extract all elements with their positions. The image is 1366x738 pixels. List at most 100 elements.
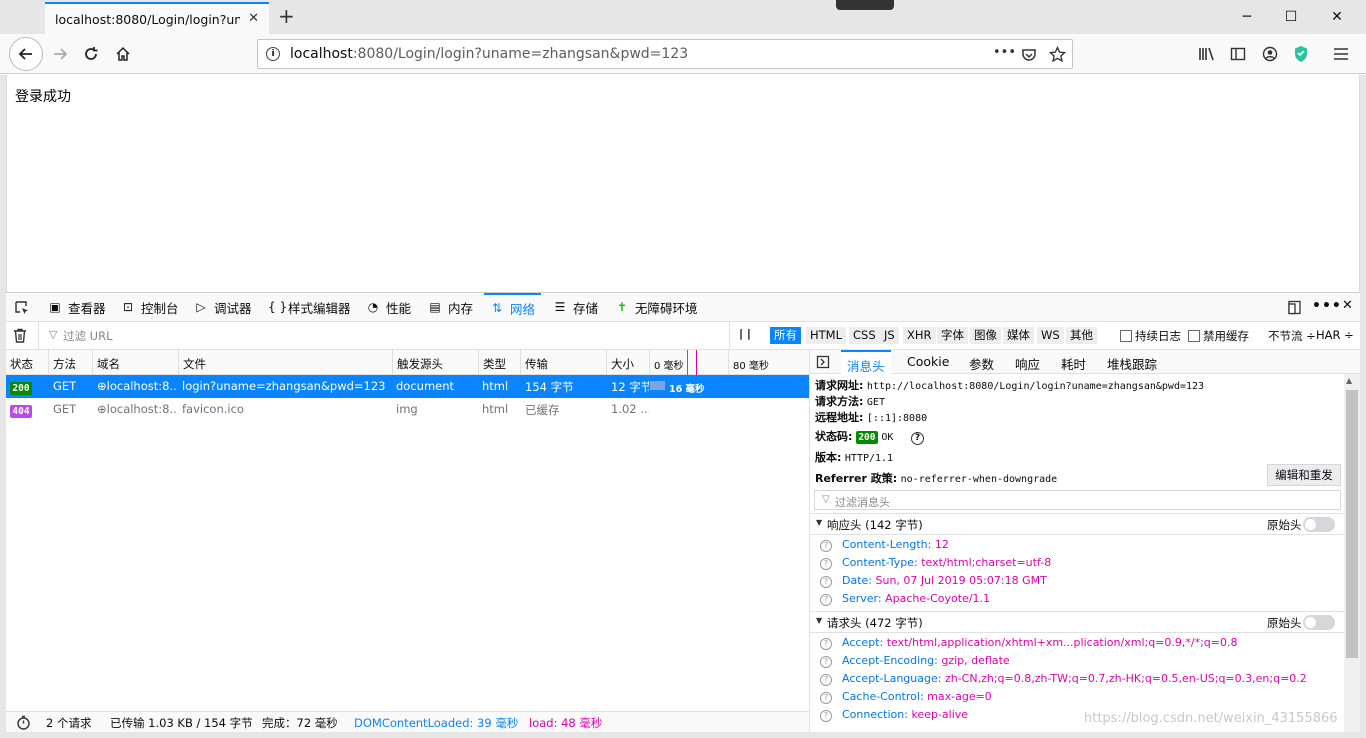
info-icon[interactable]: i	[266, 47, 280, 61]
filter-media[interactable]: 媒体	[1003, 327, 1034, 344]
col-domain[interactable]: 域名	[97, 356, 120, 372]
details-tab-cookies[interactable]: Cookie	[907, 354, 949, 369]
help-icon[interactable]: ?	[910, 432, 924, 445]
headers-filter-input[interactable]: ▽ 过滤消息头	[814, 490, 1341, 510]
url-filter-input[interactable]: ▽ 过滤 URL	[38, 322, 730, 349]
table-row[interactable]: 200 GET ⊕localhost:8... login?uname=zhan…	[6, 375, 809, 398]
clear-trash-icon[interactable]	[13, 328, 27, 343]
tab-style-editor[interactable]: { } 样式编辑器	[268, 293, 351, 321]
stopwatch-icon[interactable]	[16, 715, 31, 730]
filter-fonts[interactable]: 字体	[937, 327, 968, 344]
browser-tab[interactable]: localhost:8080/Login/login?uname=zhangsa…	[45, 2, 269, 34]
bookmark-star-icon[interactable]	[1049, 46, 1066, 63]
col-transferred[interactable]: 传输	[525, 356, 548, 372]
filter-xhr[interactable]: XHR	[903, 327, 936, 344]
tab-network[interactable]: ⇅ 网络	[484, 293, 542, 321]
url-path: :8080/Login/login?uname=zhangsan&pwd=123	[352, 46, 689, 62]
filter-js[interactable]: JS	[880, 327, 899, 344]
filter-icon: ▽	[822, 494, 830, 505]
tab-close-icon[interactable]: ✕	[248, 11, 259, 26]
col-file[interactable]: 文件	[183, 356, 206, 372]
filter-all[interactable]: 所有	[770, 327, 801, 344]
reload-button[interactable]	[75, 38, 107, 70]
tab-storage[interactable]: ☰ 存储	[553, 293, 598, 321]
filter-ws[interactable]: WS	[1037, 327, 1064, 344]
status-badge: 200	[10, 382, 32, 395]
details-tab-stack[interactable]: 堆栈跟踪	[1107, 354, 1157, 373]
scrollbar-thumb[interactable]	[1346, 390, 1358, 658]
throttle-select[interactable]: 不节流 ÷	[1268, 328, 1316, 344]
minimize-button[interactable]: ─	[1224, 0, 1270, 34]
forward-button[interactable]	[44, 38, 76, 70]
window-close-button[interactable]: ✕	[1314, 0, 1360, 34]
pick-element-icon[interactable]	[14, 300, 30, 316]
url-text[interactable]: localhost:8080/Login/login?uname=zhangsa…	[290, 46, 688, 62]
tab-storage-label: 存储	[573, 300, 599, 316]
tab-performance[interactable]: ◔ 性能	[366, 293, 411, 321]
library-icon[interactable]	[1198, 46, 1216, 62]
tab-console[interactable]: ⊡ 控制台	[121, 293, 179, 321]
raw-headers-toggle[interactable]	[1303, 517, 1335, 532]
col-size[interactable]: 大小	[611, 356, 634, 372]
reload-icon	[85, 47, 98, 60]
filter-html[interactable]: HTML	[806, 327, 847, 344]
persist-logs-checkbox[interactable]: 持续日志	[1120, 328, 1181, 344]
tab-debugger[interactable]: ▷ 调试器	[194, 293, 251, 321]
details-scrollbar[interactable]: ▲	[1344, 374, 1360, 733]
request-method-value: GET	[866, 397, 885, 408]
col-type[interactable]: 类型	[483, 356, 506, 372]
response-headers-section[interactable]: ▼ 响应头 (142 字节) 原始头	[810, 513, 1348, 535]
filter-css[interactable]: CSS	[849, 327, 880, 344]
back-button[interactable]	[9, 37, 43, 71]
maximize-button[interactable]: ☐	[1268, 0, 1314, 34]
help-icon[interactable]: ?	[820, 674, 832, 686]
account-icon[interactable]	[1262, 46, 1278, 62]
tab-inspector[interactable]: ▣ 查看器	[48, 293, 105, 321]
raw-headers-toggle[interactable]	[1303, 615, 1335, 630]
sidebar-icon[interactable]	[1230, 46, 1246, 62]
pause-icon[interactable]: | |	[739, 327, 751, 340]
col-method[interactable]: 方法	[53, 356, 76, 372]
details-tab-headers[interactable]: 消息头	[841, 350, 891, 374]
help-icon[interactable]: ?	[820, 710, 832, 722]
request-url-row: 请求网址: http://localhost:8080/Login/login?…	[815, 377, 1204, 393]
toggle-panel-icon[interactable]	[816, 355, 830, 369]
help-icon[interactable]: ?	[820, 692, 832, 704]
dock-side-icon[interactable]	[1287, 300, 1302, 315]
menu-hamburger-icon[interactable]	[1333, 47, 1349, 61]
request-headers-section[interactable]: ▼ 请求头 (472 字节) 原始头	[810, 611, 1348, 633]
help-icon[interactable]: ?	[820, 540, 832, 552]
har-menu[interactable]: HAR ÷	[1316, 328, 1354, 342]
tab-network-label: 网络	[510, 301, 536, 317]
help-icon[interactable]: ?	[820, 558, 832, 570]
details-tab-params[interactable]: 参数	[969, 354, 994, 373]
console-icon: ⊡	[122, 300, 134, 314]
new-tab-button[interactable]: +	[278, 6, 295, 26]
devtools-close-icon[interactable]: ✕	[1342, 298, 1353, 313]
table-row[interactable]: 404 GET ⊕localhost:8... favicon.ico img …	[6, 398, 809, 421]
help-icon[interactable]: ?	[820, 594, 832, 606]
edit-resend-button[interactable]: 编辑和重发	[1267, 464, 1341, 486]
details-tab-timings[interactable]: 耗时	[1061, 354, 1086, 373]
col-cause[interactable]: 触发源头	[397, 356, 443, 372]
details-tab-response[interactable]: 响应	[1015, 354, 1040, 373]
page-actions-icon[interactable]: •••	[993, 45, 1016, 60]
disable-cache-checkbox[interactable]: 禁用缓存	[1188, 328, 1249, 344]
column-header: 状态 方法 域名 文件 触发源头 类型 传输 大小 0 毫秒 80 毫秒	[6, 350, 809, 375]
scroll-up-icon[interactable]: ▲	[1346, 376, 1352, 385]
header-value: zh-CN,zh;q=0.8,zh-TW;q=0.7,zh-HK;q=0.5,e…	[944, 672, 1307, 685]
tab-accessibility[interactable]: ✝ 无障碍环境	[615, 293, 698, 321]
help-icon[interactable]: ?	[820, 576, 832, 588]
col-status[interactable]: 状态	[10, 356, 33, 372]
more-options-icon[interactable]: •••	[1312, 298, 1342, 314]
tab-memory[interactable]: ▤ 内存	[428, 293, 473, 321]
help-icon[interactable]: ?	[820, 638, 832, 650]
filter-other[interactable]: 其他	[1066, 327, 1097, 344]
extension-shield-icon[interactable]	[1293, 45, 1309, 63]
home-button[interactable]	[107, 38, 139, 70]
url-bar[interactable]: i localhost:8080/Login/login?uname=zhang…	[257, 39, 1073, 69]
header-value: gzip, deflate	[941, 654, 1010, 667]
help-icon[interactable]: ?	[820, 656, 832, 668]
pocket-icon[interactable]	[1021, 47, 1037, 63]
filter-images[interactable]: 图像	[970, 327, 1001, 344]
